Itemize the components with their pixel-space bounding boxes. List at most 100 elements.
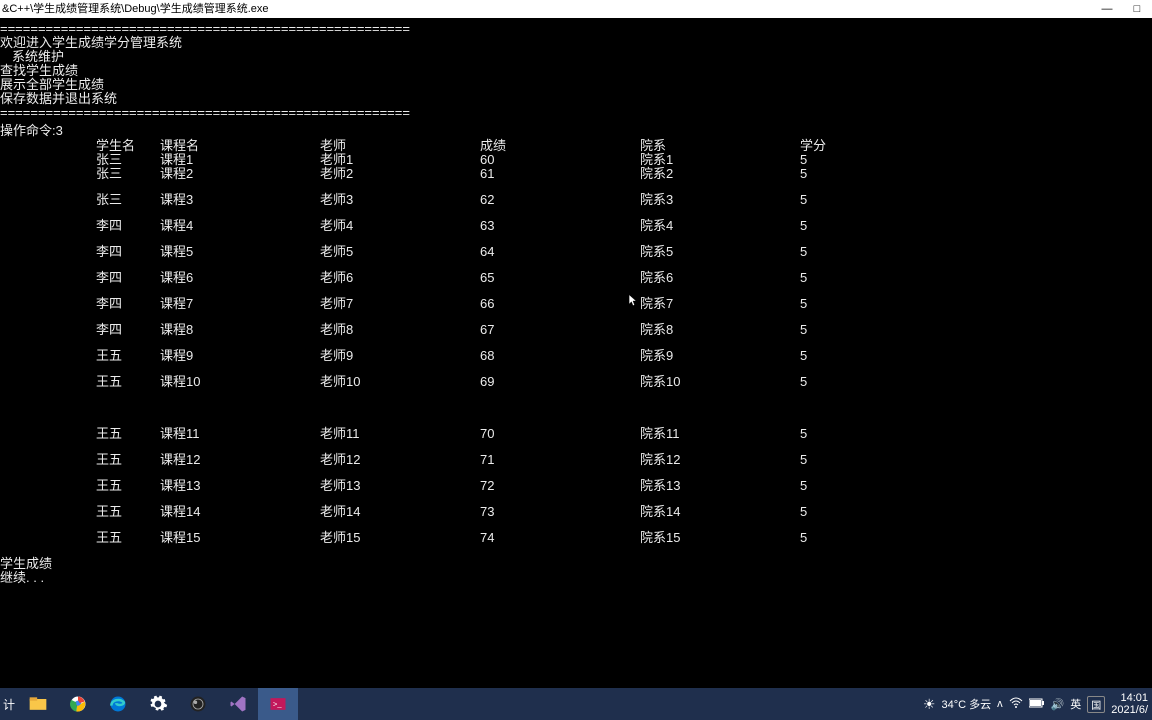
menu-item-2: 查找学生成绩: [0, 64, 1150, 78]
table-cell: 院系8: [640, 323, 800, 337]
table-cell: 5: [800, 323, 920, 337]
table-cell: 院系9: [640, 349, 800, 363]
table-cell: 院系14: [640, 505, 800, 519]
table-cell: 院系12: [640, 453, 800, 467]
table-cell: 老师2: [320, 167, 480, 181]
ime-kb[interactable]: 国: [1087, 696, 1105, 713]
weather-icon[interactable]: ☀: [923, 696, 936, 713]
table-cell: 课程15: [160, 531, 320, 545]
table-cell: 68: [480, 349, 640, 363]
table-cell: 老师12: [320, 453, 480, 467]
grades-table: 学生名课程名老师成绩院系学分张三课程1老师160院系15张三课程2老师261院系…: [0, 139, 1150, 545]
table-cell: 李四: [0, 297, 160, 311]
start-hint[interactable]: 计: [0, 688, 18, 720]
table-cell: 5: [800, 271, 920, 285]
titlebar: &C++\学生成绩管理系统\Debug\学生成绩管理系统.exe — □: [0, 0, 1152, 18]
tray-chevron-icon[interactable]: ʌ: [997, 698, 1003, 710]
table-cell: 老师4: [320, 219, 480, 233]
table-cell: 课程9: [160, 349, 320, 363]
table-cell: 院系13: [640, 479, 800, 493]
table-cell: 课程名: [160, 139, 320, 153]
table-row: 李四课程6老师665院系65: [0, 271, 1150, 285]
table-cell: 5: [800, 531, 920, 545]
table-cell: 71: [480, 453, 640, 467]
edge-icon[interactable]: [98, 688, 138, 720]
table-cell: 课程11: [160, 427, 320, 441]
table-cell: 5: [800, 375, 920, 389]
table-cell: 69: [480, 375, 640, 389]
table-cell: 64: [480, 245, 640, 259]
table-cell: 63: [480, 219, 640, 233]
volume-icon[interactable]: 🔊: [1051, 698, 1065, 711]
table-cell: 老师11: [320, 427, 480, 441]
table-row: 李四课程4老师463院系45: [0, 219, 1150, 233]
table-cell: 67: [480, 323, 640, 337]
obs-icon[interactable]: [178, 688, 218, 720]
visual-studio-icon[interactable]: [218, 688, 258, 720]
table-cell: 张三: [0, 167, 160, 181]
table-cell: 70: [480, 427, 640, 441]
table-cell: 5: [800, 193, 920, 207]
table-cell: 李四: [0, 245, 160, 259]
table-cell: 张三: [0, 193, 160, 207]
table-cell: 课程3: [160, 193, 320, 207]
table-cell: 5: [800, 479, 920, 493]
svg-text:>_: >_: [273, 700, 282, 709]
table-row: 王五课程15老师1574院系155: [0, 531, 1150, 545]
window-title: &C++\学生成绩管理系统\Debug\学生成绩管理系统.exe: [2, 0, 269, 18]
weather-text[interactable]: 34°C 多云: [941, 696, 991, 712]
table-row: 王五课程11老师1170院系115: [0, 427, 1150, 441]
table-cell: 5: [800, 219, 920, 233]
table-cell: 5: [800, 427, 920, 441]
table-cell: 张三: [0, 153, 160, 167]
chrome-icon[interactable]: [58, 688, 98, 720]
table-cell: 老师: [320, 139, 480, 153]
table-row: 李四课程8老师867院系85: [0, 323, 1150, 337]
table-cell: 课程12: [160, 453, 320, 467]
divider-bottom: ========================================…: [0, 106, 1150, 120]
table-cell: 老师3: [320, 193, 480, 207]
table-cell: 课程10: [160, 375, 320, 389]
table-cell: 院系: [640, 139, 800, 153]
maximize-button[interactable]: □: [1122, 0, 1152, 18]
table-row: 王五课程14老师1473院系145: [0, 505, 1150, 519]
divider-top: ========================================…: [0, 22, 1150, 36]
table-row: 张三课程2老师261院系25: [0, 167, 1150, 181]
table-cell: 课程14: [160, 505, 320, 519]
table-row: 李四课程5老师564院系55: [0, 245, 1150, 259]
file-explorer-icon[interactable]: [18, 688, 58, 720]
table-cell: 60: [480, 153, 640, 167]
table-cell: 老师15: [320, 531, 480, 545]
table-row: 张三课程3老师362院系35: [0, 193, 1150, 207]
tray-date: 2021/6/: [1111, 704, 1148, 716]
table-row: 张三课程1老师160院系15: [0, 153, 1150, 167]
table-cell: 院系6: [640, 271, 800, 285]
table-cell: 74: [480, 531, 640, 545]
ime-lang[interactable]: 英: [1070, 696, 1081, 712]
table-row: 王五课程10老师1069院系105: [0, 375, 1150, 389]
settings-icon[interactable]: [138, 688, 178, 720]
table-cell: 5: [800, 153, 920, 167]
menu-item-1: 系统维护: [0, 50, 1150, 64]
table-cell: 李四: [0, 271, 160, 285]
table-cell: 老师10: [320, 375, 480, 389]
table-cell: 老师8: [320, 323, 480, 337]
wifi-icon[interactable]: [1009, 697, 1023, 712]
minimize-button[interactable]: —: [1092, 0, 1122, 18]
table-cell: 课程5: [160, 245, 320, 259]
table-cell: 成绩: [480, 139, 640, 153]
table-cell: 5: [800, 245, 920, 259]
footer-line-2: 继续. . .: [0, 571, 1150, 585]
battery-icon[interactable]: [1029, 698, 1045, 711]
console-app-icon[interactable]: >_: [258, 688, 298, 720]
table-cell: 5: [800, 453, 920, 467]
table-cell: 5: [800, 349, 920, 363]
table-cell: 62: [480, 193, 640, 207]
welcome-line: 欢迎进入学生成绩学分管理系统: [0, 36, 1150, 50]
taskbar[interactable]: 计 >_ ☀ 34°C 多云 ʌ 🔊 英: [0, 688, 1152, 720]
tray-clock[interactable]: 14:01 2021/6/: [1111, 692, 1148, 716]
table-cell: 老师7: [320, 297, 480, 311]
table-cell: 院系2: [640, 167, 800, 181]
table-cell: 老师14: [320, 505, 480, 519]
table-row: 王五课程13老师1372院系135: [0, 479, 1150, 493]
